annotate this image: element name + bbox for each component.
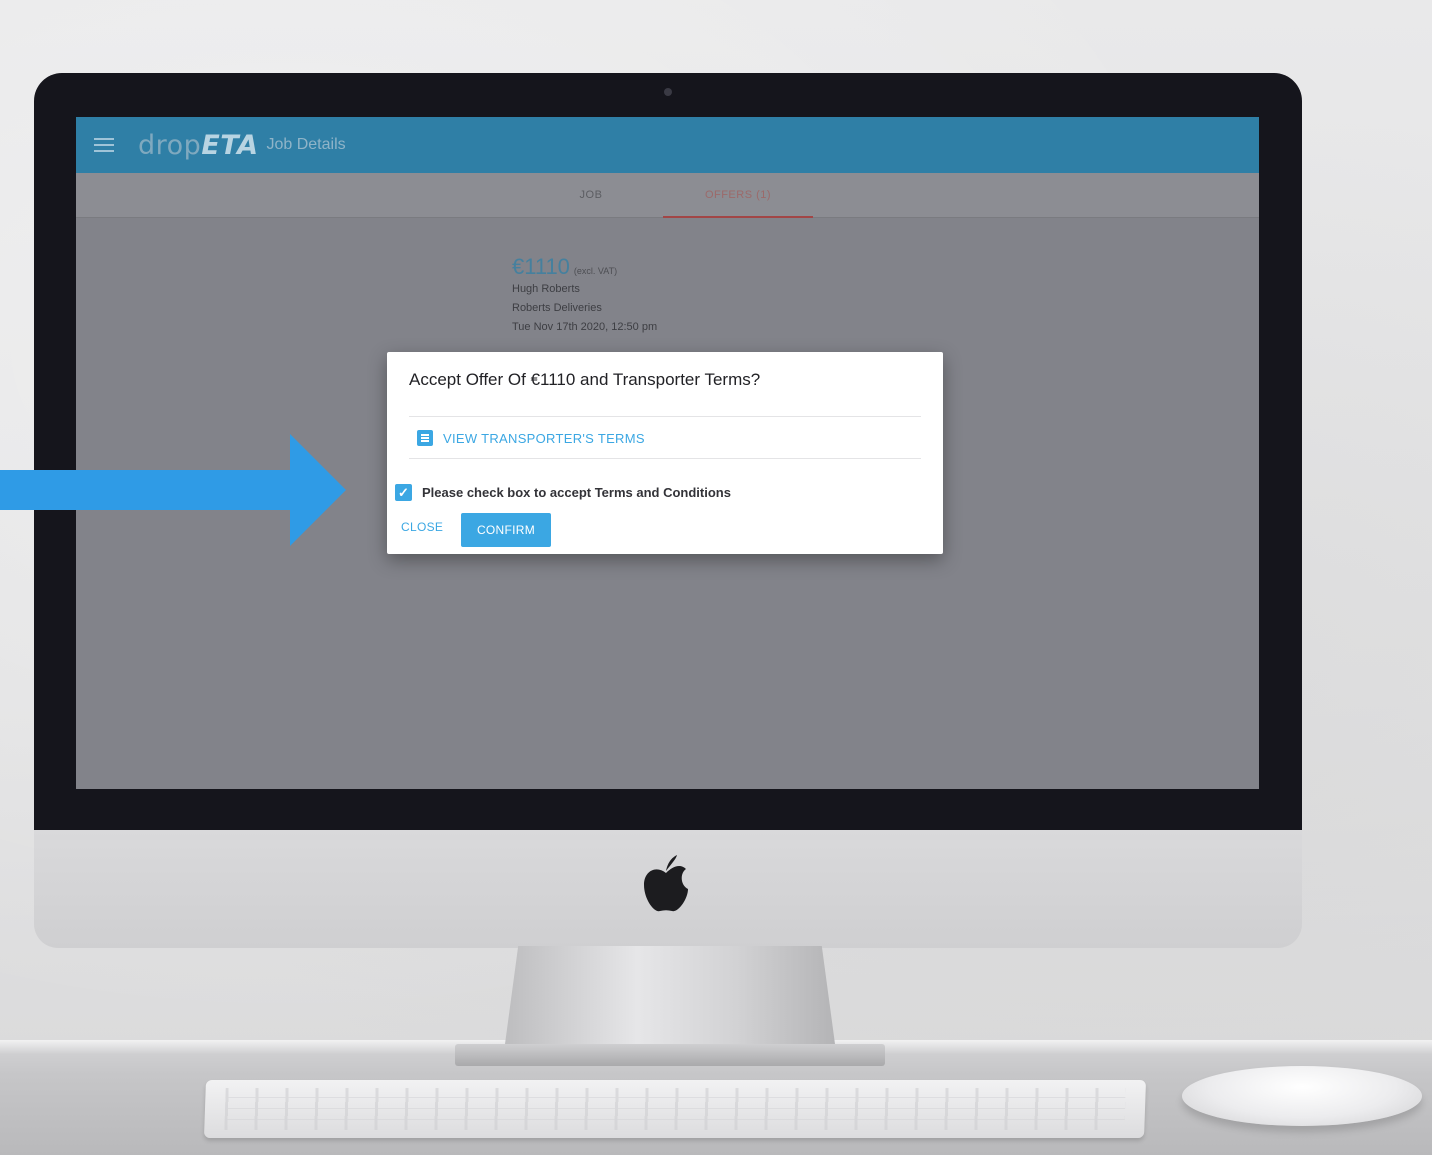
app-header: dropETA Job Details	[76, 117, 1259, 173]
offer-transporter-name: Hugh Roberts	[512, 283, 580, 295]
close-button[interactable]: CLOSE	[401, 520, 443, 534]
offer-vat-note: (excl. VAT)	[573, 266, 618, 276]
accept-terms-row: ✓ Please check box to accept Terms and C…	[395, 484, 731, 501]
offer-company: Roberts Deliveries	[512, 302, 602, 314]
brand-suffix: ETA	[201, 129, 259, 161]
dialog-divider	[409, 458, 921, 459]
dialog-title: Accept Offer Of €1110 and Transporter Te…	[409, 370, 761, 389]
tab-job[interactable]: JOB	[516, 173, 666, 218]
dialog-divider	[409, 416, 921, 417]
imac-stand-base	[455, 1044, 885, 1066]
tab-offers[interactable]: OFFERS (1)	[663, 173, 813, 218]
document-icon	[417, 430, 433, 446]
menu-icon[interactable]	[94, 138, 114, 152]
view-terms-label: VIEW TRANSPORTER'S TERMS	[443, 430, 645, 446]
tabs-bar: JOB OFFERS (1)	[76, 173, 1259, 218]
page-title: Job Details	[266, 136, 346, 153]
arrow-right-icon	[0, 434, 346, 546]
camera-icon	[664, 88, 672, 96]
brand-prefix: drop	[138, 129, 202, 161]
accept-terms-label: Please check box to accept Terms and Con…	[422, 485, 731, 500]
mouse	[1182, 1066, 1422, 1126]
imac-stand	[505, 946, 835, 1044]
checkmark-icon: ✓	[398, 485, 409, 500]
offer-price: €1110	[512, 254, 570, 279]
accept-offer-dialog: Accept Offer Of €1110 and Transporter Te…	[387, 352, 943, 554]
keyboard	[203, 1080, 1147, 1138]
brand-logo: dropETA	[138, 130, 258, 161]
view-terms-link[interactable]: VIEW TRANSPORTER'S TERMS	[417, 430, 645, 446]
accept-terms-checkbox[interactable]: ✓	[395, 484, 412, 501]
offer-card: €1110 (excl. VAT) Hugh Roberts Roberts De…	[512, 254, 832, 337]
offer-date: Tue Nov 17th 2020, 12:50 pm	[512, 321, 658, 333]
confirm-button[interactable]: CONFIRM	[461, 513, 551, 547]
apple-logo-icon	[644, 855, 688, 912]
